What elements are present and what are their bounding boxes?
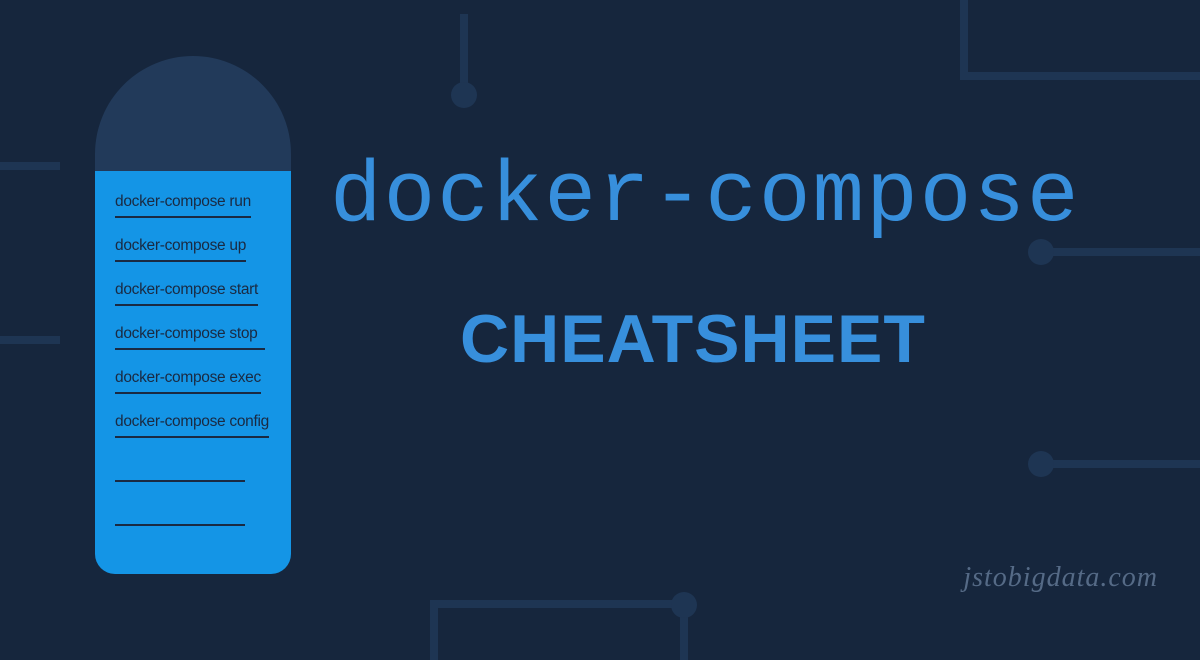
circuit-line [1040,460,1200,468]
page-title: docker-compose [330,148,1081,246]
command-item: docker-compose up [115,237,246,262]
command-item: docker-compose config [115,413,269,438]
command-card: docker-compose run docker-compose up doc… [95,56,291,574]
circuit-node [451,82,477,108]
circuit-line [430,600,680,608]
circuit-line [0,336,60,344]
circuit-node [1028,451,1054,477]
card-body: docker-compose run docker-compose up doc… [95,171,291,574]
card-header-cap [95,56,291,171]
circuit-line [960,0,968,80]
command-item-blank [115,457,245,482]
circuit-node [671,592,697,618]
circuit-line [960,72,1200,80]
command-item: docker-compose exec [115,369,261,394]
command-item: docker-compose start [115,281,258,306]
command-item-blank [115,501,245,526]
circuit-line [1040,248,1200,256]
command-item: docker-compose stop [115,325,265,350]
circuit-line [460,14,468,90]
page-subtitle: CHEATSHEET [460,300,926,378]
site-watermark: jstobigdata.com [963,562,1158,594]
circuit-line [0,162,60,170]
circuit-line [430,600,438,660]
command-item: docker-compose run [115,193,251,218]
